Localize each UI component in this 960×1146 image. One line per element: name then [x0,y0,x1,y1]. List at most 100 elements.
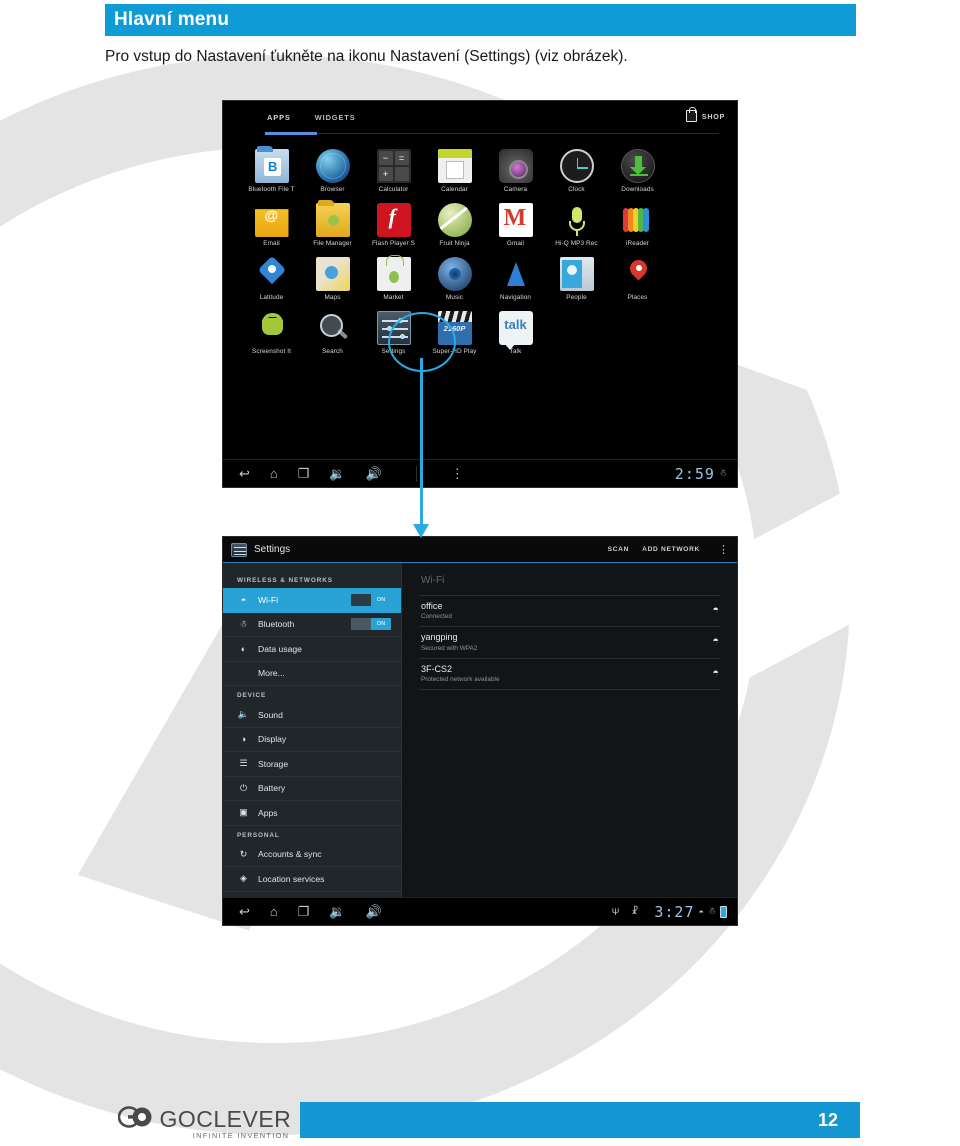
app-label: Maps [324,294,341,302]
usb-icon: Ψ [611,906,620,917]
wifi-network-row[interactable]: yangping Secured with WPA2 ◓ [419,626,721,657]
wifi-signal-icon: ◓ [712,604,719,616]
app-cell-search[interactable]: Search [302,305,363,355]
app-cell-ireader[interactable]: iReader [607,197,668,247]
scan-button[interactable]: SCAN [608,546,629,553]
app-cell-navigation[interactable]: Navigation [485,251,546,301]
wifi-signal-icon: ◓ [712,666,719,679]
shop-button[interactable]: SHOP [685,107,725,122]
app-cell-clock[interactable]: Clock [546,143,607,193]
app-cell-maps[interactable]: Maps [302,251,363,301]
home-icon[interactable] [270,467,278,480]
file-folder-icon [315,200,350,238]
app-label: Email [263,240,280,248]
app-cell-fruit-ninja[interactable]: Fruit Ninja [424,197,485,247]
talk-wordmark: talk [504,317,527,333]
app-label: Calendar [441,186,468,193]
app-cell-hiq-recorder[interactable]: Hi-Q MP3 Rec [546,197,607,247]
app-cell-latitude[interactable]: Latitude [241,251,302,301]
app-cell-camera[interactable]: Camera [485,143,546,193]
sidebar-item-label: Battery [258,783,286,794]
flash-player-icon [376,203,411,238]
bluetooth-folder-icon [254,146,289,183]
app-cell-people[interactable]: People [546,251,607,301]
app-cell-flash-player[interactable]: Flash Player S [363,197,424,247]
app-cell-bluetooth-file[interactable]: Bluetooth File T [241,143,302,193]
app-cell-browser[interactable]: Browser [302,143,363,193]
sync-icon: ↻ [239,848,248,859]
app-cell-calendar[interactable]: Calendar [424,143,485,193]
app-cell-calculator[interactable]: − = + Calculator [363,143,424,193]
sidebar-item-display[interactable]: ◑ Display [223,728,401,752]
app-cell-screenshot-it[interactable]: IO Screenshot It [241,305,302,355]
sidebar-item-label: Bluetooth [258,619,295,630]
recents-icon[interactable] [298,467,310,480]
sidebar-item-wifi[interactable]: ◓ Wi-Fi ON [223,588,401,613]
back-icon[interactable] [239,905,250,918]
app-cell-settings[interactable]: Settings [363,305,424,355]
status-clock: 3:27 [654,902,695,921]
app-label: Hi-Q MP3 Rec [555,240,598,248]
goclever-mark-icon [117,1106,152,1133]
email-envelope-icon [254,209,289,238]
sidebar-item-accounts-sync[interactable]: ↻ Accounts & sync [223,843,401,867]
volume-up-icon[interactable] [366,467,382,480]
settings-sliders-icon [231,542,247,557]
sidebar-item-label: Display [258,734,287,745]
tab-widgets[interactable]: WIDGETS [315,113,356,124]
page-footer: GOCLEVER INFINITE INVENTION 12 [0,1094,960,1146]
volume-down-icon[interactable] [329,467,345,480]
wifi-icon: ◓ [698,906,704,917]
home-icon[interactable] [270,905,278,918]
volume-down-icon[interactable] [329,905,345,918]
app-cell-places[interactable]: Places [607,251,668,301]
calendar-icon [437,149,472,183]
app-label: Browser [320,186,345,193]
overflow-menu-icon[interactable]: ⋮ [718,543,729,556]
app-cell-talk[interactable]: talk Talk [485,305,546,355]
sidebar-item-battery[interactable]: ⏻ Battery [223,777,401,801]
settings-sliders-icon [376,311,411,346]
maps-icon [315,257,350,292]
tab-apps[interactable]: APPS [267,113,291,124]
settings-navigation-bar: Ψ ☧ 3:27 ◓ ☃ [223,897,737,925]
app-label: Settings [381,348,406,356]
clock-icon [559,149,594,183]
volume-up-icon[interactable] [366,905,382,918]
gmail-icon [498,203,533,238]
sidebar-item-location-services[interactable]: ◈ Location services [223,867,401,892]
sidebar-item-storage[interactable]: ☰ Storage [223,752,401,777]
overflow-menu-icon[interactable] [451,467,464,480]
wifi-pane: Wi-Fi office Connected ◓ yangping Secure… [401,563,737,899]
app-cell-music[interactable]: Music [424,251,485,301]
app-cell-email[interactable]: Email [241,197,302,247]
shopping-bag-icon [685,107,697,122]
callout-arrow-head [413,524,429,538]
sidebar-item-apps[interactable]: ▣ Apps [223,801,401,826]
app-cell-gmail[interactable]: Gmail [485,197,546,247]
recents-icon[interactable] [298,905,310,918]
navigation-arrow-icon [498,257,533,292]
add-network-button[interactable]: ADD NETWORK [642,546,700,553]
wifi-status: Protected network available [421,675,500,683]
app-cell-market[interactable]: Market [363,251,424,301]
app-cell-downloads[interactable]: Downloads [607,143,668,193]
app-cell-file-manager[interactable]: File Manager [302,197,363,247]
wifi-network-row[interactable]: 3F-CS2 Protected network available ◓ [419,657,721,689]
sidebar-item-data-usage[interactable]: ◐ Data usage [223,637,401,662]
drawer-tabbar: APPS WIDGETS SHOP [223,101,737,135]
back-icon[interactable] [239,467,250,480]
intro-paragraph: Pro vstup do Nastavení ťukněte na ikonu … [105,48,628,65]
sidebar-item-bluetooth[interactable]: ☃ Bluetooth ON [223,613,401,637]
wifi-network-row[interactable]: office Connected ◓ [419,595,721,626]
bluetooth-toggle[interactable]: ON [351,618,391,631]
download-icon [620,149,655,183]
sidebar-item-more[interactable]: More... [223,662,401,686]
android-debug-icon: ☧ [631,906,639,916]
sidebar-item-label: Accounts & sync [258,849,322,860]
app-cell-super-hd-player[interactable]: 2160P Super-HD Play [424,305,485,355]
wifi-signal-lock-icon: ◓ [712,635,719,648]
wifi-toggle[interactable]: ON [351,594,391,607]
sidebar-item-sound[interactable]: 🔈 Sound [223,703,401,728]
sidebar-item-label: Data usage [258,643,302,654]
